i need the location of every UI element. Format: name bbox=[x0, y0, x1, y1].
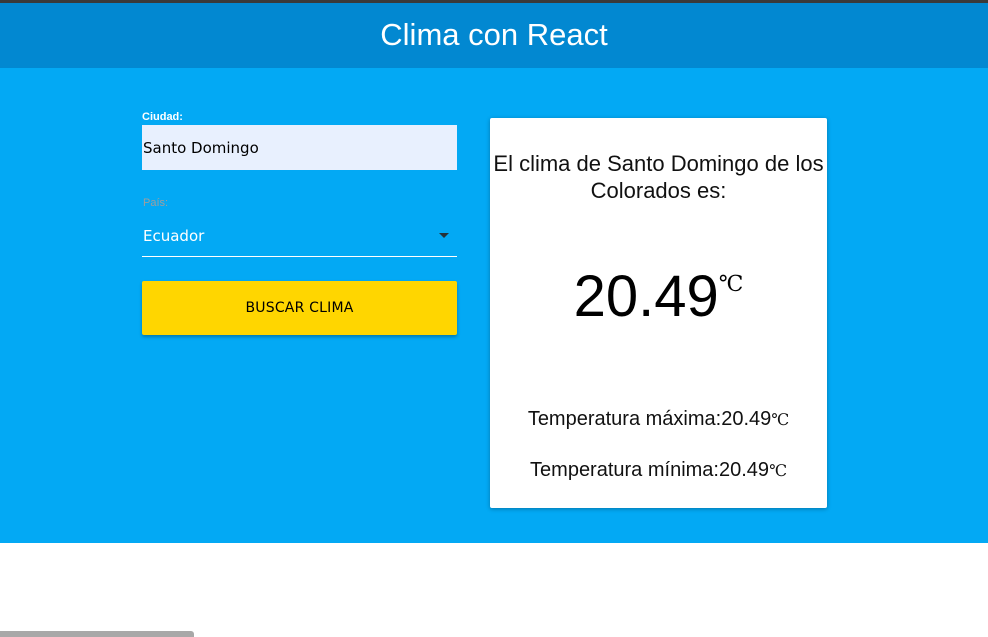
max-temperature-unit: ℃ bbox=[771, 410, 790, 429]
max-temperature-value: 20.49 bbox=[721, 408, 772, 430]
temperature-unit: ℃ bbox=[718, 272, 744, 297]
country-label: País: bbox=[143, 197, 169, 209]
app-header: Clima con React bbox=[0, 3, 988, 68]
weather-result-card: El clima de Santo Domingo de los Colorad… bbox=[490, 118, 827, 508]
app-title: Clima con React bbox=[380, 16, 608, 52]
current-temperature: 20.49℃ bbox=[490, 268, 827, 326]
search-weather-button[interactable]: BUSCAR CLIMA bbox=[142, 281, 457, 335]
max-temperature: Temperatura máxima:20.49℃ bbox=[490, 408, 827, 431]
min-temperature-label: Temperatura mínima: bbox=[530, 459, 719, 481]
country-selected-value: Ecuador bbox=[143, 227, 205, 245]
min-temperature: Temperatura mínima:20.49℃ bbox=[490, 459, 827, 482]
city-input[interactable] bbox=[142, 125, 457, 170]
horizontal-scrollbar[interactable] bbox=[0, 631, 194, 637]
country-select[interactable]: Ecuador bbox=[142, 215, 457, 257]
city-label: Ciudad: bbox=[142, 111, 183, 123]
main-section: Ciudad: País: Ecuador BUSCAR CLIMA El cl… bbox=[0, 68, 988, 543]
min-temperature-unit: ℃ bbox=[769, 461, 787, 480]
temperature-value: 20.49 bbox=[573, 264, 719, 329]
result-title: El clima de Santo Domingo de los Colorad… bbox=[493, 151, 824, 203]
max-temperature-label: Temperatura máxima: bbox=[527, 408, 722, 430]
caret-down-icon bbox=[439, 233, 449, 238]
min-temperature-value: 20.49 bbox=[719, 459, 770, 481]
